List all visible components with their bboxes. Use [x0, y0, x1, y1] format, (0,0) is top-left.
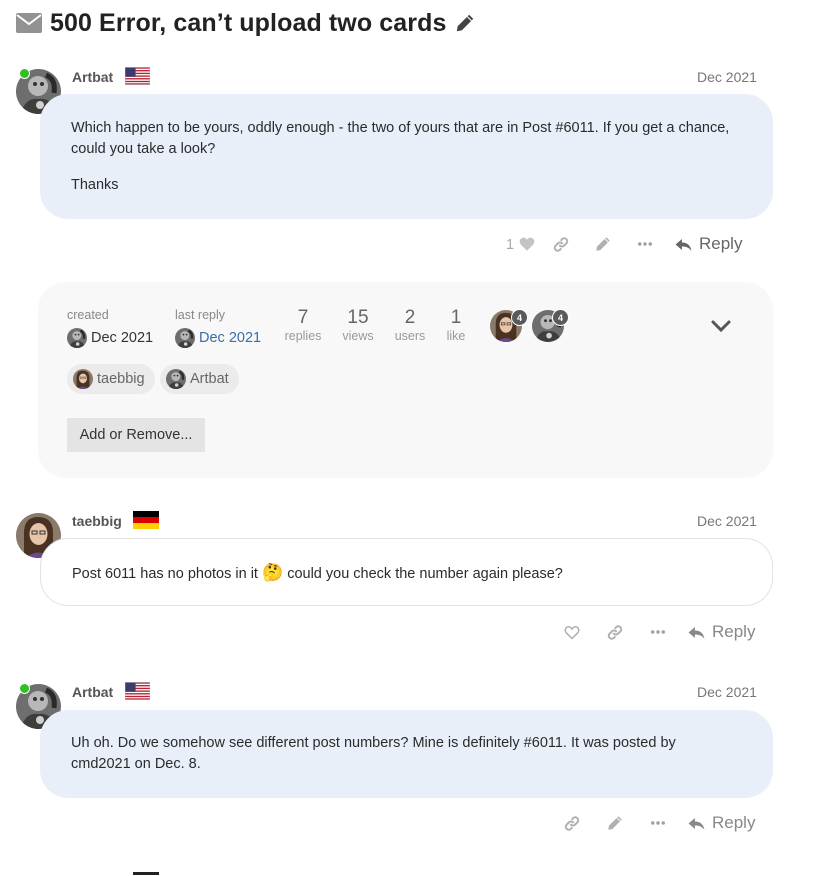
ellipsis-icon — [649, 623, 667, 641]
last-reply-label: last reply — [175, 308, 226, 322]
post-paragraph: Uh oh. Do we somehow see different post … — [71, 735, 676, 772]
post-actions: 1 Reply — [502, 232, 743, 256]
created-info[interactable]: Dec 2021 — [67, 328, 153, 348]
more-button[interactable] — [649, 814, 667, 832]
avatar — [175, 328, 195, 348]
copy-link-button[interactable] — [563, 814, 581, 833]
reply-button[interactable]: Reply — [687, 813, 755, 833]
us-flag-icon — [125, 67, 150, 85]
add-or-remove-button[interactable]: Add or Remove... — [67, 418, 205, 452]
post-body: Uh oh. Do we somehow see different post … — [40, 710, 773, 798]
topic-title-row: 500 Error, can’t upload two cards — [16, 6, 476, 40]
post-date[interactable]: Dec 2021 — [697, 69, 757, 85]
more-button[interactable] — [636, 235, 654, 253]
post-date[interactable]: Dec 2021 — [697, 684, 757, 700]
reply-label: Reply — [712, 813, 756, 832]
avatar — [73, 369, 93, 389]
stat-users: 2 users — [389, 307, 431, 343]
created-label: created — [67, 308, 109, 322]
post-username[interactable]: Artbat — [72, 684, 113, 700]
post-text: could you check the number again please? — [287, 566, 563, 582]
ellipsis-icon — [636, 235, 654, 253]
heart-outline-icon — [563, 623, 581, 642]
post-paragraph: Post 6011 has no photos in it 🤔 could yo… — [72, 562, 741, 585]
edit-button[interactable] — [606, 814, 624, 832]
user-chip[interactable]: Artbat — [160, 364, 239, 394]
participant-post-count: 4 — [552, 309, 569, 326]
copy-link-button[interactable] — [606, 623, 624, 642]
participant-post-count: 4 — [511, 309, 528, 326]
chevron-down-icon[interactable] — [710, 318, 732, 334]
topic-title[interactable]: 500 Error, can’t upload two cards — [50, 9, 446, 38]
online-indicator — [19, 68, 30, 79]
us-flag-icon — [125, 682, 150, 700]
reply-arrow-icon — [687, 623, 706, 642]
avatar — [67, 328, 87, 348]
reply-label: Reply — [712, 622, 756, 641]
post-username[interactable]: Artbat — [72, 69, 113, 85]
like-button[interactable] — [563, 623, 581, 642]
avatar — [166, 369, 186, 389]
reply-button[interactable]: Reply — [687, 622, 755, 642]
thinking-face-emoji-icon: 🤔 — [261, 563, 284, 582]
chip-label: Artbat — [190, 371, 229, 387]
chip-label: taebbig — [97, 371, 145, 387]
post-paragraph: Which happen to be yours, oddly enough -… — [71, 120, 730, 157]
heart-icon — [518, 235, 536, 253]
user-chip[interactable]: taebbig — [67, 364, 155, 394]
stat-likes: 1 like — [435, 307, 477, 343]
like-count: 1 — [505, 235, 515, 253]
stat-label: like — [446, 329, 466, 343]
more-button[interactable] — [649, 623, 667, 641]
link-icon — [563, 814, 581, 833]
reply-button[interactable]: Reply — [674, 234, 742, 254]
reply-arrow-icon — [687, 814, 706, 833]
reply-label: Reply — [699, 234, 743, 253]
post-username[interactable]: taebbig — [72, 513, 122, 529]
stat-value: 1 — [450, 307, 462, 328]
like-button[interactable]: 1 — [502, 235, 540, 253]
post-body: Post 6011 has no photos in it 🤔 could yo… — [40, 538, 773, 606]
post-actions: Reply — [563, 620, 755, 644]
last-reply-info[interactable]: Dec 2021 — [175, 328, 261, 348]
post-text: Post 6011 has no photos in it — [72, 566, 258, 582]
pencil-icon — [606, 814, 624, 832]
stat-value: 7 — [297, 307, 309, 328]
reply-arrow-icon — [674, 235, 693, 254]
online-indicator — [19, 683, 30, 694]
edit-title-pencil-icon[interactable] — [454, 12, 476, 34]
stat-label: users — [394, 329, 426, 343]
link-icon — [606, 623, 624, 642]
post-paragraph: Thanks — [71, 177, 119, 193]
stat-views: 15 views — [337, 307, 379, 343]
stat-value: 2 — [404, 307, 416, 328]
envelope-icon — [16, 13, 42, 33]
link-icon — [552, 235, 570, 254]
post-body: Which happen to be yours, oddly enough -… — [40, 94, 773, 219]
edit-button[interactable] — [594, 235, 612, 253]
pencil-icon — [594, 235, 612, 253]
last-reply-date: Dec 2021 — [199, 330, 262, 346]
stat-value: 15 — [347, 307, 369, 328]
created-date: Dec 2021 — [91, 330, 154, 346]
stat-label: replies — [284, 329, 322, 343]
de-flag-icon — [133, 511, 159, 529]
ellipsis-icon — [649, 814, 667, 832]
copy-link-button[interactable] — [552, 235, 570, 254]
bottom-divider — [133, 872, 159, 875]
stat-label: views — [342, 329, 374, 343]
stat-replies: 7 replies — [282, 307, 324, 343]
post-actions: Reply — [563, 811, 755, 835]
post-date[interactable]: Dec 2021 — [697, 513, 757, 529]
